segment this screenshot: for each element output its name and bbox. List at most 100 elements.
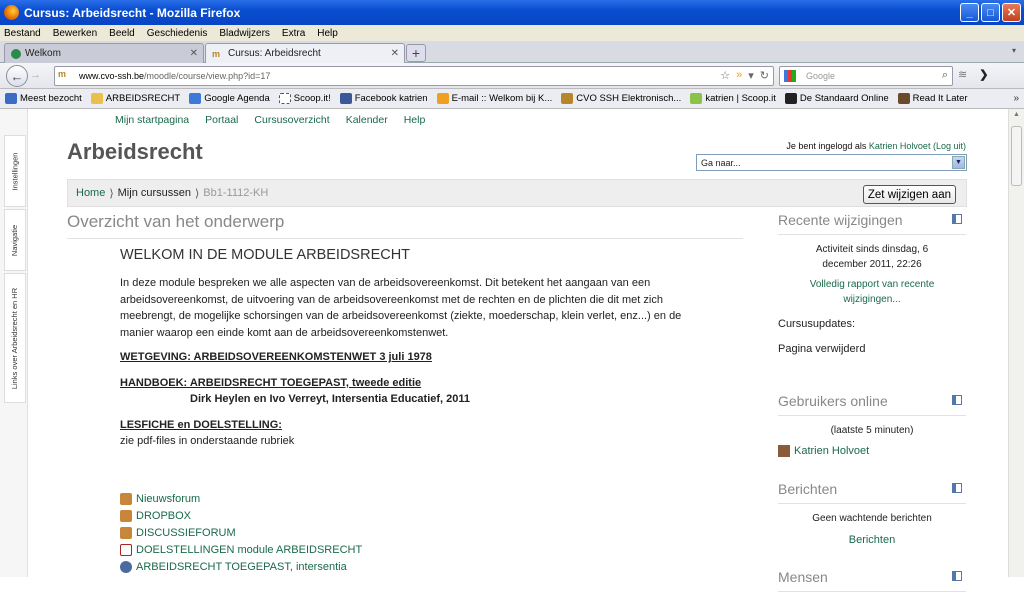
forward-button[interactable]: →	[30, 69, 41, 81]
scrollbar-thumb[interactable]	[1011, 126, 1022, 186]
block-title: Recente wijzigingen	[778, 212, 966, 235]
handboek-authors: Dirk Heylen en Ivo Verreyt, Intersentia …	[190, 393, 471, 405]
block-content: (laatste 5 minuten) Katrien Holvoet	[778, 424, 966, 458]
bookmark-icon	[5, 93, 17, 104]
bookmark-item[interactable]: De Standaard Online	[784, 93, 889, 104]
activity-since: Activiteit sinds dinsdag, 6 december 201…	[815, 244, 929, 270]
resource-item[interactable]: ARBEIDSRECHT TOEGEPAST, intersentia	[120, 558, 362, 575]
resource-item[interactable]: DROPBOX	[120, 507, 362, 524]
online-period: (laatste 5 minuten)	[830, 425, 914, 436]
menu-item-bewerken[interactable]: Bewerken	[53, 28, 97, 39]
vertical-scrollbar[interactable]: ▲	[1008, 109, 1024, 577]
menu-item-geschiedenis[interactable]: Geschiedenis	[147, 28, 208, 39]
nav-link-startpagina[interactable]: Mijn startpagina	[115, 114, 189, 126]
block-title: Berichten	[778, 481, 966, 504]
search-icon[interactable]: ⌕	[942, 69, 948, 82]
resource-item[interactable]: Nieuwsforum	[120, 490, 362, 507]
maximize-icon[interactable]: □	[981, 3, 1000, 22]
new-tab-button[interactable]: +	[406, 44, 426, 62]
jump-to-select[interactable]: Ga naar... ▼	[696, 154, 967, 171]
messages-link[interactable]: Berichten	[849, 534, 895, 546]
dock-block-icon[interactable]	[952, 571, 962, 581]
moodle-tab-icon: m	[212, 48, 221, 59]
updates-value: Pagina verwijderd	[778, 342, 866, 355]
url-bar[interactable]: m www.cvo-ssh.be/moodle/course/view.php?…	[54, 66, 774, 86]
bookmark-item[interactable]: CVO SSH Elektronisch...	[561, 93, 681, 104]
chevron-right-icon[interactable]: ❯	[979, 68, 988, 81]
bookmark-item[interactable]: Google Agenda	[189, 93, 270, 104]
bookmark-item[interactable]: Meest bezocht	[5, 93, 82, 104]
dropdown-icon[interactable]: ▾	[748, 69, 754, 82]
minimize-icon[interactable]: _	[960, 3, 979, 22]
wetgeving-heading: WETGEVING: ARBEIDSOVEREENKOMSTENWET 3 ju…	[120, 351, 432, 363]
nav-link-portaal[interactable]: Portaal	[205, 114, 238, 126]
dock-item-instellingen[interactable]: Instellingen	[4, 135, 26, 207]
nav-link-cursusoverzicht[interactable]: Cursusoverzicht	[254, 114, 329, 126]
close-tab-icon[interactable]: ✕	[391, 48, 399, 59]
resource-item[interactable]: DISCUSSIEFORUM	[120, 524, 362, 541]
bookmark-item[interactable]: Facebook katrien	[339, 93, 428, 104]
tab-welkom[interactable]: Welkom ✕	[4, 43, 204, 63]
login-info: Je bent ingelogd als Katrien Holvoet (Lo…	[786, 141, 966, 151]
window-title: Cursus: Arbeidsrecht - Mozilla Firefox	[24, 5, 241, 20]
block-recent-activity: Recente wijzigingen Activiteit sinds din…	[778, 212, 966, 356]
google-icon[interactable]	[784, 70, 796, 82]
dock-block-icon[interactable]	[952, 214, 962, 224]
user-link[interactable]: Katrien Holvoet	[869, 141, 931, 151]
tab-arbeidsrecht[interactable]: m Cursus: Arbeidsrecht ✕	[205, 43, 405, 63]
intro-text: In deze module bespreken we alle aspecte…	[120, 277, 682, 339]
search-input[interactable]: Google ⌕	[779, 66, 953, 86]
moodle-tab-icon	[11, 48, 21, 59]
nav-link-help[interactable]: Help	[404, 114, 426, 126]
block-messages: Berichten Geen wachtende berichten Beric…	[778, 481, 966, 547]
course-summary: WELKOM IN DE MODULE ARBEIDSRECHT In deze…	[120, 247, 700, 453]
bookmark-star-icon[interactable]: ☆	[720, 69, 730, 82]
menu-item-extra[interactable]: Extra	[282, 28, 305, 39]
rss-icon[interactable]: ≋	[958, 68, 967, 81]
top-navigation: Mijn startpagina Portaal Cursusoverzicht…	[115, 114, 425, 126]
online-user-link[interactable]: Katrien Holvoet	[794, 445, 869, 457]
back-button[interactable]: ←	[6, 65, 28, 87]
resource-item[interactable]: DOELSTELLINGEN module ARBEIDSRECHT	[120, 541, 362, 558]
scroll-up-icon[interactable]: ▲	[1011, 111, 1022, 124]
breadcrumb-current: Bb1-1112-KH	[203, 187, 269, 199]
url-host: www.cvo-ssh.be	[79, 71, 145, 81]
block-title: Gebruikers online	[778, 393, 966, 416]
bookmark-item[interactable]: ARBEIDSRECHT	[90, 93, 180, 104]
window-controls: _ □ ✕	[960, 3, 1021, 22]
feed-icon[interactable]: »	[736, 69, 742, 82]
updates-label: Cursusupdates:	[778, 318, 856, 330]
full-report-link[interactable]: Volledig rapport van recente wijzigingen…	[810, 279, 935, 305]
chevron-down-icon[interactable]: ▼	[952, 156, 965, 169]
pdf-icon	[120, 543, 132, 556]
dock-item-navigatie[interactable]: Navigatie	[4, 209, 26, 271]
logout-link[interactable]: (Log uit)	[933, 141, 966, 151]
dock-block-icon[interactable]	[952, 483, 962, 493]
menu-item-help[interactable]: Help	[317, 28, 338, 39]
block-content: Activiteit sinds dinsdag, 6 december 201…	[778, 243, 966, 356]
close-tab-icon[interactable]: ✕	[190, 48, 198, 59]
bookmark-item[interactable]: katrien | Scoop.it	[690, 93, 776, 104]
more-bookmarks-icon[interactable]: »	[1013, 93, 1019, 104]
reload-icon[interactable]: ↻	[760, 69, 769, 82]
no-messages-text: Geen wachtende berichten	[812, 513, 932, 524]
menu-item-beeld[interactable]: Beeld	[109, 28, 135, 39]
nav-link-kalender[interactable]: Kalender	[346, 114, 388, 126]
menu-item-bladwijzers[interactable]: Bladwijzers	[219, 28, 270, 39]
bookmarks-toolbar: Meest bezocht ARBEIDSRECHT Google Agenda Sc…	[0, 89, 1024, 109]
bookmark-icon	[90, 93, 103, 104]
dock-block-icon[interactable]	[952, 395, 962, 405]
forum-icon	[120, 509, 132, 522]
bookmark-item[interactable]: E-mail :: Welkom bij K...	[436, 93, 552, 104]
edit-mode-button[interactable]: Zet wijzigen aan	[862, 185, 956, 204]
url-path: /moodle/course/view.php?id=17	[144, 71, 271, 81]
bookmark-item[interactable]: Read It Later	[897, 93, 968, 104]
breadcrumb-home[interactable]: Home	[76, 187, 105, 199]
menu-item-bestand[interactable]: Bestand	[4, 28, 41, 39]
site-identity-icon[interactable]: m	[58, 69, 76, 83]
dock-item-links[interactable]: Links over Arbeidsrecht en HR	[4, 273, 26, 403]
bookmark-item[interactable]: Scoop.it!	[278, 93, 331, 104]
close-icon[interactable]: ✕	[1002, 3, 1021, 22]
block-dock: Instellingen Navigatie Links over Arbeid…	[0, 109, 28, 577]
tab-list-icon[interactable]: ▾	[1012, 46, 1016, 55]
